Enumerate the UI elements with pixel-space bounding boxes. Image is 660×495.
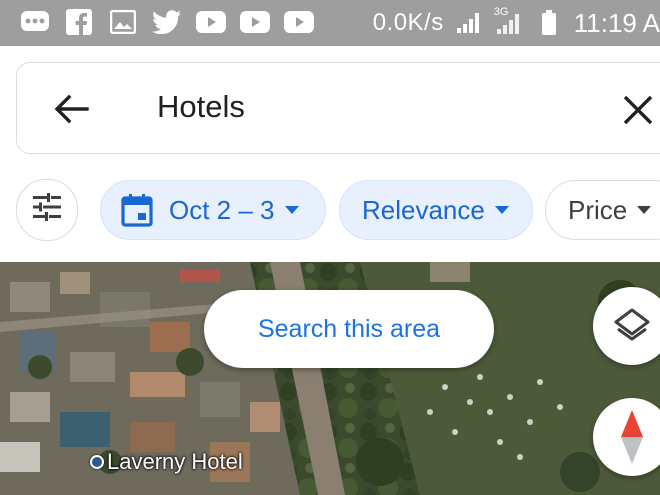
date-filter-label: Oct 2 – 3	[169, 194, 275, 225]
search-bar[interactable]: Hotels	[16, 62, 660, 154]
battery-icon	[534, 10, 564, 36]
message-icon	[20, 9, 50, 35]
status-bar: 0.0K/s 3G 11:19 A	[0, 0, 660, 46]
date-filter-chip[interactable]: Oct 2 – 3	[100, 180, 326, 240]
map-place-marker[interactable]: Laverny Hotel	[90, 449, 243, 475]
place-label: Laverny Hotel	[107, 449, 243, 474]
signal-icon	[454, 10, 484, 36]
back-arrow-icon[interactable]	[51, 91, 91, 127]
notification-icons	[20, 9, 314, 35]
tune-icon	[31, 192, 63, 228]
chevron-down-icon	[637, 206, 652, 214]
youtube-icon	[240, 9, 270, 35]
search-this-area-button[interactable]: Search this area	[204, 290, 494, 368]
youtube-icon	[284, 9, 314, 35]
youtube-icon	[196, 9, 226, 35]
clock: 11:19 A	[573, 7, 660, 38]
close-icon[interactable]	[621, 93, 655, 127]
twitter-icon	[152, 9, 182, 35]
compass-icon	[619, 410, 645, 469]
sort-filter-chip[interactable]: Relevance	[339, 180, 533, 240]
signal-3g-icon: 3G	[494, 6, 524, 36]
calendar-icon	[121, 193, 153, 227]
network-type-label: 3G	[493, 6, 509, 18]
net-speed: 0.0K/s	[372, 9, 444, 36]
gallery-icon	[108, 9, 138, 35]
place-dot-icon	[90, 455, 104, 469]
facebook-icon	[64, 9, 94, 35]
layers-icon	[613, 307, 651, 350]
price-filter-chip[interactable]: Price	[545, 180, 660, 240]
sort-filter-label: Relevance	[362, 194, 485, 225]
filters-button[interactable]	[16, 179, 78, 241]
chevron-down-icon	[494, 206, 509, 214]
price-filter-label: Price	[568, 194, 628, 225]
filter-chips-row: Oct 2 – 3 Relevance Price	[0, 168, 660, 258]
chevron-down-icon	[284, 206, 299, 214]
search-query[interactable]: Hotels	[157, 89, 245, 125]
